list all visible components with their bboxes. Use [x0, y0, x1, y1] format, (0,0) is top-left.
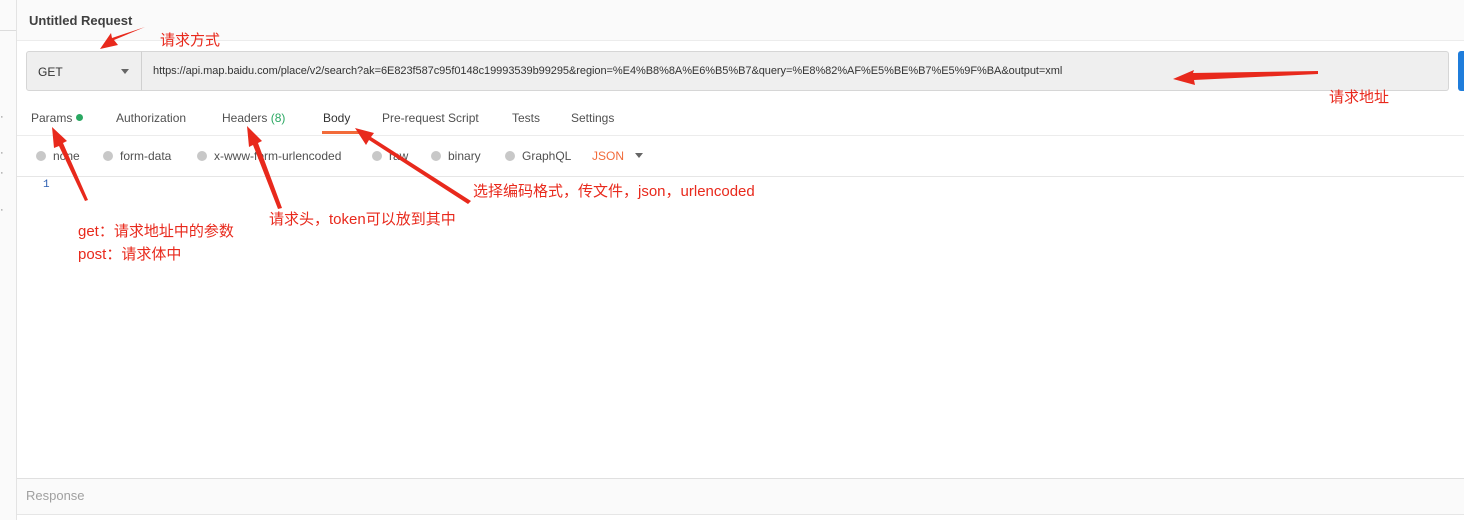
annotation-body-format: 选择编码格式，传文件，json，urlencoded: [473, 183, 755, 200]
annotation-url: 请求地址: [1329, 89, 1390, 106]
annotation-params-post: post：请求体中: [78, 246, 182, 263]
annotation-arrow-body: [355, 128, 471, 204]
annotation-arrow-params: [52, 127, 88, 201]
annotation-method: 请求方式: [160, 32, 221, 49]
annotation-arrows: [52, 27, 1318, 209]
annotation-headers: 请求头，token可以放到其中: [269, 211, 456, 228]
annotation-arrow-method: [100, 27, 145, 49]
annotation-arrow-headers: [247, 126, 282, 209]
annotation-params-get: get：请求地址中的参数: [78, 223, 234, 240]
annotation-arrow-url: [1173, 70, 1318, 85]
